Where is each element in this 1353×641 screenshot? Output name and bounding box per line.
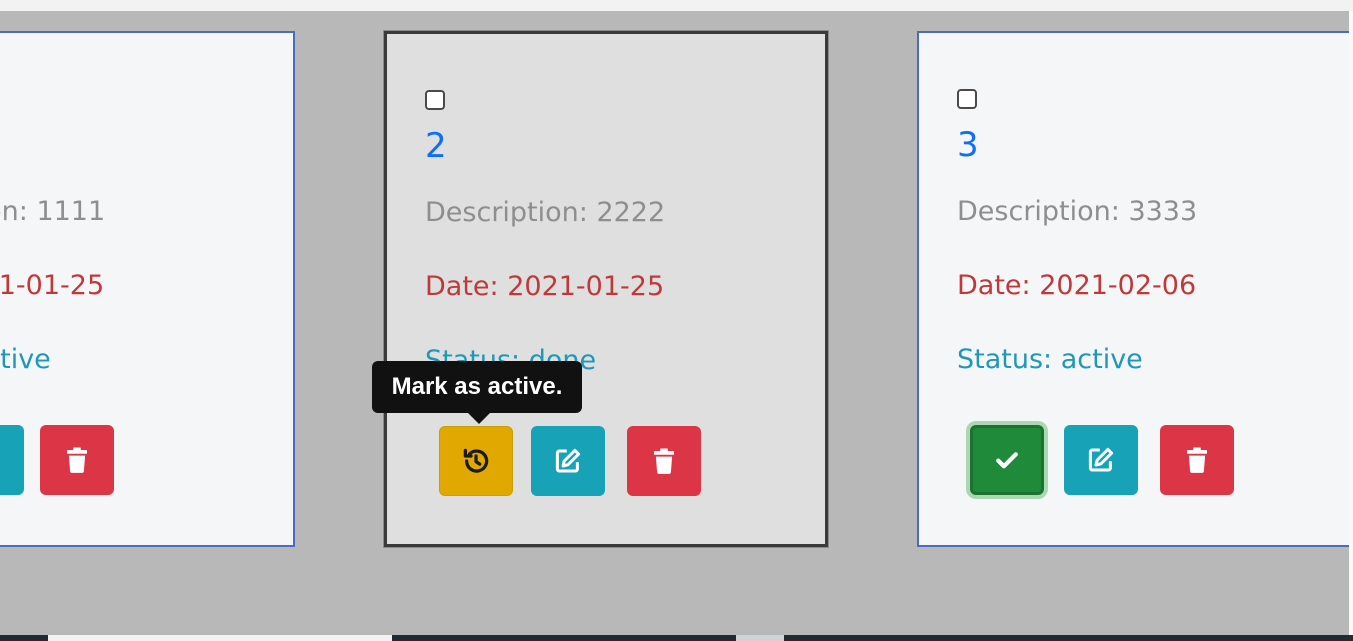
- delete-button[interactable]: [40, 425, 114, 495]
- select-checkbox[interactable]: [957, 89, 977, 109]
- history-icon: [463, 448, 489, 473]
- trash-icon: [67, 447, 87, 473]
- todo-card-3: 3 Description: 3333 Date: 2021-02-06 Sta…: [917, 31, 1353, 547]
- card-status: Status: active: [0, 344, 51, 375]
- delete-button[interactable]: [1160, 425, 1234, 495]
- bottom-strip: [0, 635, 1353, 641]
- trash-icon: [1187, 447, 1207, 473]
- select-checkbox[interactable]: [425, 90, 445, 110]
- bottom-tab: [48, 635, 392, 641]
- card-description: Description: 2222: [425, 197, 666, 228]
- card-number: 2: [425, 126, 447, 166]
- edit-button[interactable]: [0, 425, 24, 495]
- card-status: Status: active: [957, 344, 1143, 375]
- mark-active-button[interactable]: [439, 426, 513, 496]
- check-icon: [996, 452, 1018, 469]
- edit-icon: [1088, 447, 1114, 472]
- trash-icon: [654, 448, 674, 474]
- card-description: Description: 3333: [957, 196, 1198, 227]
- card-date: Date: 2021-01-25: [0, 270, 105, 301]
- edit-icon: [0, 445, 2, 475]
- card-date: Date: 2021-01-25: [425, 271, 665, 302]
- mark-active-tooltip: Mark as active.: [372, 361, 582, 424]
- edit-icon: [555, 448, 581, 473]
- delete-button[interactable]: [627, 426, 701, 496]
- scrollbar[interactable]: [1349, 11, 1353, 641]
- tooltip-text: Mark as active.: [391, 373, 563, 400]
- card-description: Description: 1111: [0, 196, 106, 227]
- edit-button[interactable]: [1064, 425, 1138, 495]
- todo-card-2: 2 Description: 2222 Date: 2021-01-25 Sta…: [384, 31, 828, 547]
- mark-done-button[interactable]: [970, 425, 1044, 495]
- bottom-tab: [736, 635, 784, 641]
- todo-card-1: Description: 1111 Date: 2021-01-25 Statu…: [0, 31, 295, 547]
- tooltip-arrow: [468, 413, 490, 424]
- card-number: 3: [957, 125, 979, 165]
- edit-button[interactable]: [531, 426, 605, 496]
- card-date: Date: 2021-02-06: [957, 270, 1197, 301]
- top-strip: [0, 0, 1353, 11]
